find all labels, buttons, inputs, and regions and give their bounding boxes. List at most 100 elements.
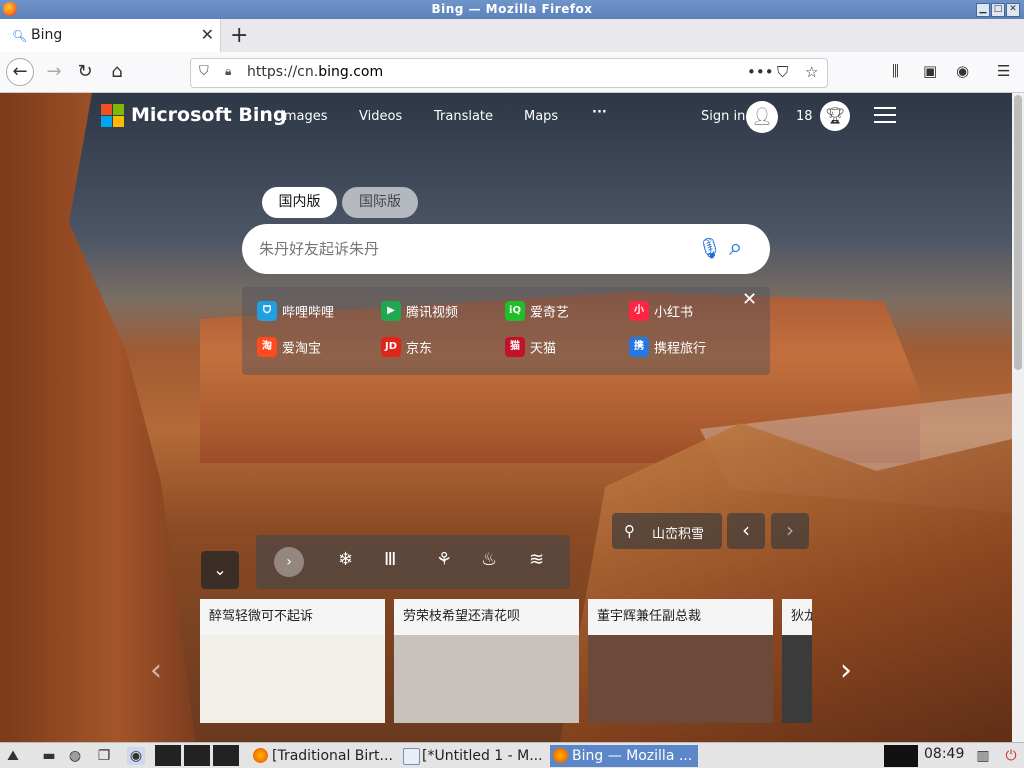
rewards-points[interactable]: 18 bbox=[796, 109, 813, 124]
show-desktop-icon[interactable]: ❐ bbox=[95, 747, 113, 765]
firefox-icon bbox=[253, 748, 268, 763]
waterfall-icon[interactable]: Ⅲ bbox=[384, 549, 396, 570]
xiaohongshu-icon: 小 bbox=[629, 301, 649, 321]
news-card[interactable]: 醉驾轻微可不起诉 bbox=[200, 599, 385, 723]
firefox-launcher-icon[interactable]: ◉ bbox=[127, 747, 145, 765]
bing-search-icon: 🔍︎ bbox=[12, 29, 28, 43]
close-tab-icon[interactable]: ✕ bbox=[201, 25, 214, 44]
quicklink-bilibili[interactable]: ᗜ 哔哩哔哩 bbox=[257, 301, 334, 323]
quicklink-jd[interactable]: JD 京东 bbox=[381, 337, 432, 359]
tab-international-version[interactable]: 国际版 bbox=[342, 187, 418, 218]
background-cliff bbox=[0, 93, 196, 742]
taobao-icon: 淘 bbox=[257, 337, 277, 357]
rewards-trophy-icon[interactable]: 🏆︎ bbox=[820, 101, 850, 131]
news-card[interactable]: 董宇辉兼任副总裁 bbox=[588, 599, 773, 723]
network-icon[interactable]: ▥ bbox=[974, 747, 992, 765]
address-bar[interactable]: ⛉ 🔒︎ https://cn.bing.com ••• ⛉ ☆ bbox=[190, 58, 828, 88]
news-card-image bbox=[782, 635, 812, 723]
library-icon[interactable]: ⫼ bbox=[892, 62, 899, 80]
close-quicklinks-icon[interactable]: ✕ bbox=[742, 289, 757, 310]
forward-button[interactable]: → bbox=[40, 58, 68, 86]
tab-label: Bing bbox=[31, 27, 63, 43]
news-next-arrow-icon[interactable]: › bbox=[840, 653, 852, 688]
browser-globe-icon[interactable]: ◍ bbox=[66, 747, 84, 765]
back-button[interactable]: ← bbox=[6, 58, 34, 86]
search-icon[interactable]: ⌕ bbox=[729, 233, 742, 261]
tab-bing[interactable]: 🔍︎ Bing ✕ bbox=[0, 19, 221, 52]
tab-domestic-version[interactable]: 国内版 bbox=[262, 187, 337, 218]
scrollbar-thumb[interactable] bbox=[1014, 95, 1022, 370]
task-untitled-document[interactable]: [*Untitled 1 - M... bbox=[400, 745, 546, 767]
quicklink-iqiyi[interactable]: iQ 爱奇艺 bbox=[505, 301, 569, 323]
maximize-button[interactable]: □ bbox=[991, 3, 1005, 17]
snowflake-icon[interactable]: ❄ bbox=[338, 549, 353, 570]
microphone-icon[interactable]: 🎙︎ bbox=[697, 236, 722, 260]
window-titlebar: Bing — Mozilla Firefox ▁ □ ✕ bbox=[0, 0, 1024, 19]
user-avatar-icon[interactable]: 👤︎ bbox=[746, 101, 778, 133]
news-prev-arrow-icon[interactable]: ‹ bbox=[150, 653, 162, 688]
expand-chevron-icon[interactable]: › bbox=[274, 547, 304, 577]
hiker-icon[interactable]: ♨ bbox=[481, 549, 497, 570]
bilibili-icon: ᗜ bbox=[257, 301, 277, 321]
tracking-shield-icon[interactable]: ⛉ bbox=[199, 64, 209, 79]
jd-icon: JD bbox=[381, 337, 401, 357]
news-card-image bbox=[394, 635, 579, 723]
start-menu-icon[interactable]: ⛰ bbox=[4, 747, 22, 765]
workspace-2[interactable] bbox=[155, 745, 181, 766]
pocket-icon[interactable]: ⛉ bbox=[777, 63, 788, 81]
sidebar-icon[interactable]: ▣ bbox=[923, 62, 937, 80]
task-bing-firefox[interactable]: Bing — Mozilla ... bbox=[550, 745, 698, 767]
nav-maps[interactable]: Maps bbox=[524, 109, 558, 124]
reload-button[interactable]: ↻ bbox=[71, 58, 99, 86]
quicklink-ctrip[interactable]: 携携程旅行 bbox=[629, 337, 706, 359]
new-tab-button[interactable]: + bbox=[230, 23, 248, 48]
image-location-label: 山峦积雪 bbox=[652, 527, 705, 542]
quicklink-aitaobao[interactable]: 淘爱淘宝 bbox=[257, 337, 321, 359]
firefox-icon bbox=[553, 748, 568, 763]
previous-image-button[interactable]: ‹ bbox=[727, 513, 765, 549]
news-card-image bbox=[588, 635, 773, 723]
hamburger-menu-icon[interactable] bbox=[874, 107, 896, 128]
image-location-button[interactable]: ⚲ 山峦积雪 bbox=[612, 513, 722, 549]
sign-in-link[interactable]: Sign in bbox=[701, 109, 745, 124]
next-image-button[interactable]: › bbox=[771, 513, 809, 549]
wind-icon[interactable]: ≋ bbox=[529, 549, 544, 570]
account-icon[interactable]: ◉ bbox=[956, 62, 969, 80]
brand-name: Microsoft Bing bbox=[131, 104, 287, 126]
quicklink-xiaohongshu[interactable]: 小小红书 bbox=[629, 301, 693, 323]
workspace-4[interactable] bbox=[213, 745, 239, 766]
quicklink-tmall[interactable]: 猫天猫 bbox=[505, 337, 556, 359]
feather-icon[interactable]: ⚘ bbox=[436, 549, 452, 570]
collapse-feed-button[interactable]: ⌄ bbox=[201, 551, 239, 589]
power-icon[interactable]: ⏻ bbox=[1002, 747, 1020, 765]
bookmark-star-icon[interactable]: ☆ bbox=[805, 63, 818, 81]
news-card-title: 醉驾轻微可不起诉 bbox=[200, 599, 385, 635]
search-input[interactable] bbox=[257, 236, 681, 262]
news-card[interactable]: 狄龙 bbox=[782, 599, 812, 723]
iqiyi-icon: iQ bbox=[505, 301, 525, 321]
nav-translate[interactable]: Translate bbox=[434, 109, 493, 124]
news-card[interactable]: 劳荣枝希望还清花呗 bbox=[394, 599, 579, 723]
nav-images[interactable]: Images bbox=[280, 109, 328, 124]
quicklink-tencent-video[interactable]: ▶ 腾讯视频 bbox=[381, 301, 458, 323]
file-manager-icon[interactable]: ▬ bbox=[40, 747, 58, 765]
home-button[interactable]: ⌂ bbox=[103, 58, 131, 86]
page-content: Microsoft Bing Images Videos Translate M… bbox=[0, 93, 1012, 742]
quick-icons-strip: › ❄ Ⅲ ⚘ ♨ ≋ bbox=[256, 535, 570, 589]
taskbar: ⛰ ▬ ◍ ❐ ◉ [Traditional Birt... [*Untitle… bbox=[0, 742, 1024, 768]
nav-videos[interactable]: Videos bbox=[359, 109, 402, 124]
nav-more[interactable]: ··· bbox=[592, 105, 607, 120]
document-icon bbox=[403, 748, 420, 765]
close-window-button[interactable]: ✕ bbox=[1006, 3, 1020, 17]
workspace-3[interactable] bbox=[184, 745, 210, 766]
window-title: Bing — Mozilla Firefox bbox=[431, 2, 593, 16]
page-actions-icon[interactable]: ••• bbox=[747, 63, 774, 81]
task-traditional-birt[interactable]: [Traditional Birt... bbox=[250, 745, 396, 767]
url-text[interactable]: https://cn.bing.com bbox=[247, 64, 383, 80]
page-scrollbar[interactable] bbox=[1012, 93, 1024, 742]
clock[interactable]: 08:49 bbox=[924, 746, 964, 762]
news-card-image bbox=[200, 635, 385, 723]
menu-icon[interactable]: ☰ bbox=[997, 62, 1010, 80]
minimize-button[interactable]: ▁ bbox=[976, 3, 990, 17]
lock-icon[interactable]: 🔒︎ bbox=[225, 64, 231, 79]
